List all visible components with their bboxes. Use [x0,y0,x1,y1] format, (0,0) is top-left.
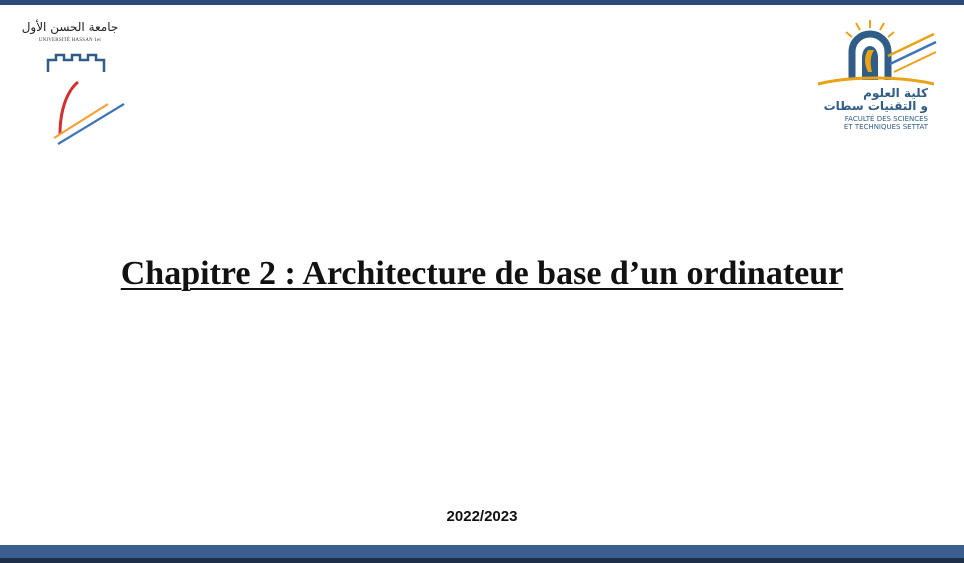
fst-settat-logo: كلية العلوم و التقنيات سطات FACULTÉ DES … [810,14,938,134]
bottom-dark-strip [0,558,964,563]
uh1-latin-name: UNIVERSITÉ HASSAN 1er [38,38,102,43]
bottom-accent-bar [0,545,964,558]
academic-year: 2022/2023 [446,508,518,525]
top-accent-bar [0,0,964,5]
fst-latin-line-1: FACULTÉ DES SCIENCES [844,115,928,123]
fst-arabic-name: كلية العلوم و التقنيات سطات [810,87,928,113]
fst-latin-name: FACULTÉ DES SCIENCES ET TECHNIQUES SETTA… [810,115,928,131]
slide-title: Chapitre 2 : Architecture de base d’un o… [120,255,844,292]
fst-emblem-icon [817,20,937,86]
universite-hassan-1er-logo: جامعة الحسن الأول UNIVERSITÉ HASSAN 1er [18,18,138,145]
fst-arabic-line-2: و التقنيات سطات [823,99,928,113]
uh1-arabic-name: جامعة الحسن الأول [21,20,119,34]
uh1-emblem-icon [46,53,125,145]
fst-latin-line-2: ET TECHNIQUES SETTAT [843,123,928,131]
